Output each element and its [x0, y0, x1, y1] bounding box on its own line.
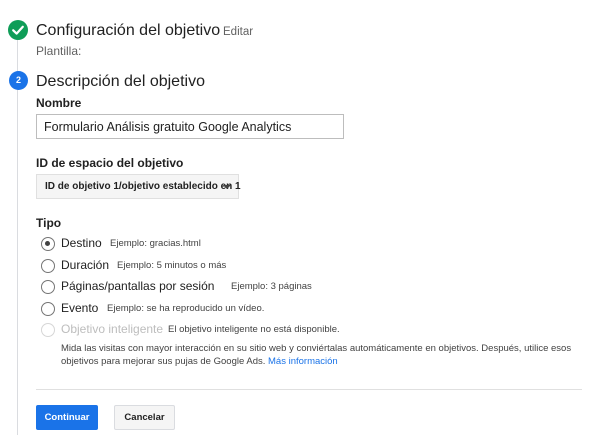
more-info-link[interactable]: Más información [268, 356, 338, 367]
radio-button[interactable] [41, 259, 55, 273]
radio-label: Páginas/pantallas por sesión [61, 279, 215, 293]
radio-button[interactable] [41, 302, 55, 316]
radio-label: Evento [61, 301, 99, 315]
radio-example: El objetivo inteligente no está disponib… [168, 324, 340, 335]
divider [36, 389, 582, 390]
radio-label: Destino [61, 236, 102, 250]
step1-title: Configuración del objetivo [36, 22, 221, 39]
edit-link[interactable]: Editar [223, 26, 253, 38]
template-label: Plantilla: [36, 44, 82, 58]
radio-label: Objetivo inteligente [61, 322, 164, 336]
step-number-badge: 2 [9, 71, 28, 90]
stepper-rail [17, 40, 18, 435]
caret-down-icon [223, 185, 231, 189]
radio-label: Duración [61, 258, 110, 272]
name-input[interactable] [36, 114, 344, 139]
radio-button[interactable] [41, 280, 55, 294]
name-label: Nombre [36, 96, 82, 110]
step2-title: Descripción del objetivo [36, 73, 205, 90]
type-label: Tipo [36, 216, 62, 230]
radio-example: Ejemplo: se ha reproducido un vídeo. [107, 303, 265, 314]
radio-example: Ejemplo: 5 minutos o más [117, 260, 227, 271]
goal-slot-selected: ID de objetivo 1/objetivo establecido en… [45, 181, 241, 192]
goal-slot-label: ID de espacio del objetivo [36, 156, 184, 170]
radio-button[interactable] [41, 237, 55, 251]
check-icon [8, 20, 28, 40]
radio-example: Ejemplo: 3 páginas [231, 281, 312, 292]
radio-button [41, 323, 55, 337]
smart-goal-description: Mida las visitas con mayor interacción e… [61, 342, 581, 368]
radio-example: Ejemplo: gracias.html [110, 238, 201, 249]
continue-button[interactable]: Continuar [36, 405, 98, 430]
cancel-button[interactable]: Cancelar [114, 405, 175, 430]
goal-slot-dropdown[interactable]: ID de objetivo 1/objetivo establecido en… [36, 174, 241, 199]
